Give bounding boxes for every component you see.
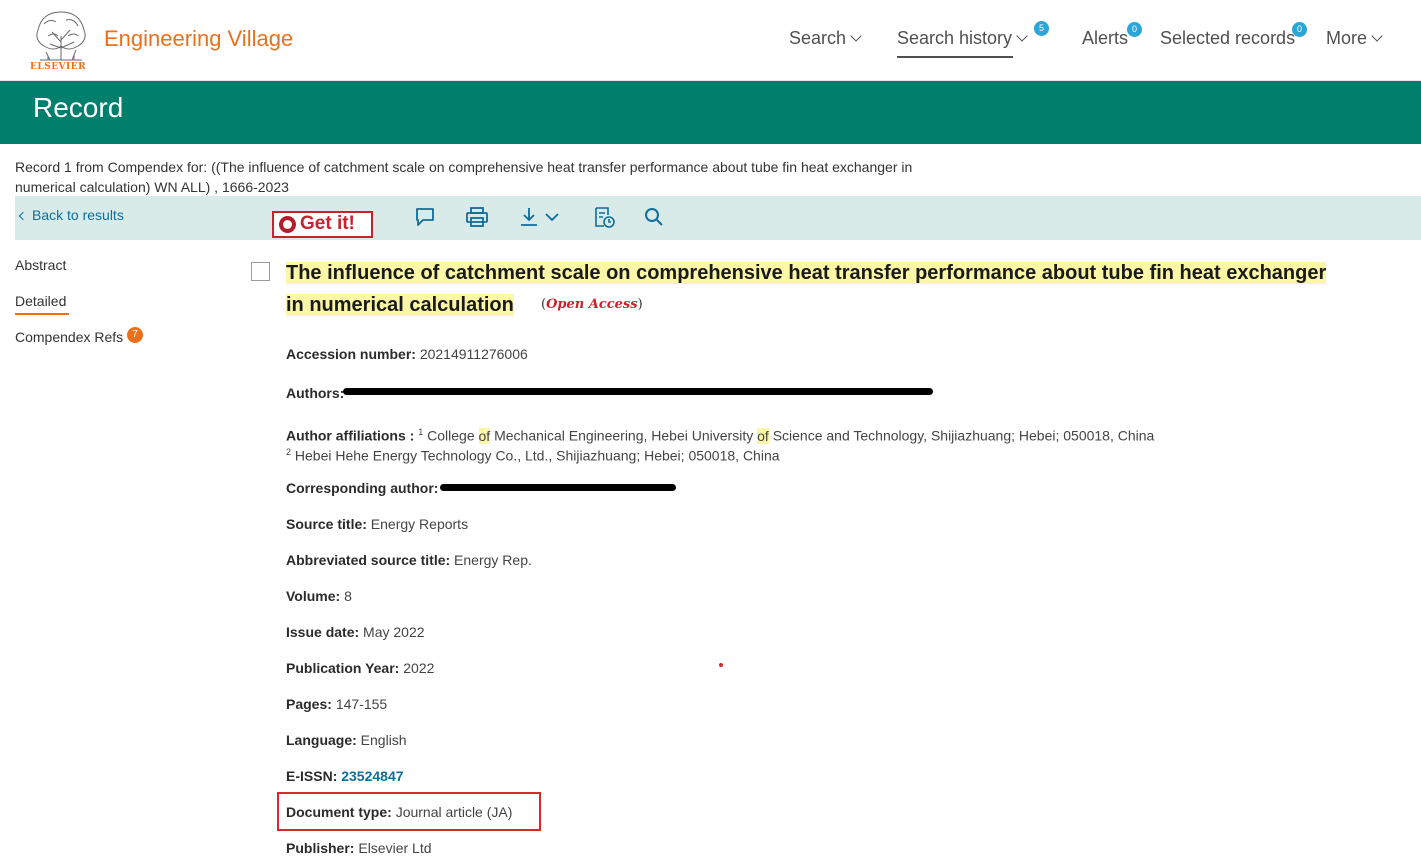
nav-search-label: Search xyxy=(789,28,847,48)
accession-number-value: 20214911276006 xyxy=(419,346,528,362)
download-icon[interactable] xyxy=(518,205,564,229)
nav-more[interactable]: More xyxy=(1326,28,1383,49)
record-query-info: Record 1 from Compendex for: ((The influ… xyxy=(15,159,913,195)
nav-search[interactable]: Search xyxy=(789,28,862,49)
nav-search-history[interactable]: Search history xyxy=(897,28,1028,49)
sidebar-item-compendex-refs[interactable]: Compendex Refs xyxy=(15,329,123,345)
authors-redaction xyxy=(343,388,933,395)
nav-search-history-label: Search history xyxy=(897,28,1013,48)
print-icon[interactable] xyxy=(465,205,489,229)
chevron-down-icon xyxy=(1371,30,1383,42)
brand-name[interactable]: Engineering Village xyxy=(104,26,293,52)
open-access-text: Open Access xyxy=(546,297,638,312)
chevron-down-icon xyxy=(1016,30,1028,42)
record-title: The influence of catchment scale on comp… xyxy=(286,257,1386,321)
field-source-title: Source title: Energy Reports xyxy=(286,516,469,532)
field-publication-year: Publication Year: 2022 xyxy=(286,660,435,676)
field-affiliation-2: 2 Hebei Hehe Energy Technology Co., Ltd.… xyxy=(286,447,780,464)
field-pages: Pages: 147-155 xyxy=(286,696,388,712)
field-accession-number: Accession number: 20214911276006 xyxy=(286,346,528,362)
field-corresponding-author: Corresponding author: xyxy=(286,480,439,496)
annotation-dot xyxy=(719,663,723,667)
open-access-label[interactable]: (Open Access) xyxy=(541,297,643,312)
eissn-link[interactable]: 23524847 xyxy=(341,768,403,784)
nav-active-underline xyxy=(897,56,1013,58)
compendex-refs-count-badge: 7 xyxy=(127,327,143,343)
elsevier-wordmark: ELSEVIER xyxy=(30,62,87,72)
field-authors: Authors: xyxy=(286,385,345,401)
nav-more-label: More xyxy=(1326,28,1368,48)
chevron-left-icon xyxy=(18,211,28,221)
field-eissn: E-ISSN: 23524847 xyxy=(286,768,404,784)
sidebar-active-underline xyxy=(15,313,69,315)
page-title: Record xyxy=(33,92,124,123)
page-banner xyxy=(0,81,1421,144)
field-abbreviated-source-title: Abbreviated source title: Energy Rep. xyxy=(286,552,532,568)
corresponding-author-redaction xyxy=(440,484,676,491)
nav-selected-records-label: Selected records xyxy=(1160,28,1296,48)
back-to-results-link[interactable]: Back to results xyxy=(18,207,124,223)
cite-history-icon[interactable] xyxy=(592,205,616,229)
get-it-label: Get it! xyxy=(300,213,355,234)
nav-alerts[interactable]: Alerts xyxy=(1082,28,1128,49)
sidebar-item-abstract[interactable]: Abstract xyxy=(15,257,66,273)
back-to-results-label: Back to results xyxy=(32,207,124,223)
sidebar-item-detailed[interactable]: Detailed xyxy=(15,293,66,309)
library-seal-icon xyxy=(279,216,296,233)
comment-icon[interactable] xyxy=(413,205,437,229)
get-it-button[interactable]: Get it! xyxy=(272,211,373,238)
field-volume: Volume: 8 xyxy=(286,588,352,604)
record-title-line2: in numerical calculation xyxy=(286,294,514,316)
search-history-count-badge: 5 xyxy=(1034,21,1049,36)
field-language: Language: English xyxy=(286,732,407,748)
search-icon[interactable] xyxy=(642,205,666,229)
record-title-line1: The influence of catchment scale on comp… xyxy=(286,262,1327,284)
nav-alerts-label: Alerts xyxy=(1082,28,1129,48)
nav-selected-records[interactable]: Selected records xyxy=(1160,28,1295,49)
alerts-count-badge: 0 xyxy=(1127,22,1142,37)
chevron-down-icon xyxy=(850,30,862,42)
field-issue-date: Issue date: May 2022 xyxy=(286,624,425,640)
field-document-type: Document type: Journal article (JA) xyxy=(286,804,513,820)
select-record-checkbox[interactable] xyxy=(251,262,270,281)
record-toolbar xyxy=(15,196,1421,240)
selected-records-count-badge: 0 xyxy=(1292,22,1307,37)
field-publisher: Publisher: Elsevier Ltd xyxy=(286,840,432,856)
